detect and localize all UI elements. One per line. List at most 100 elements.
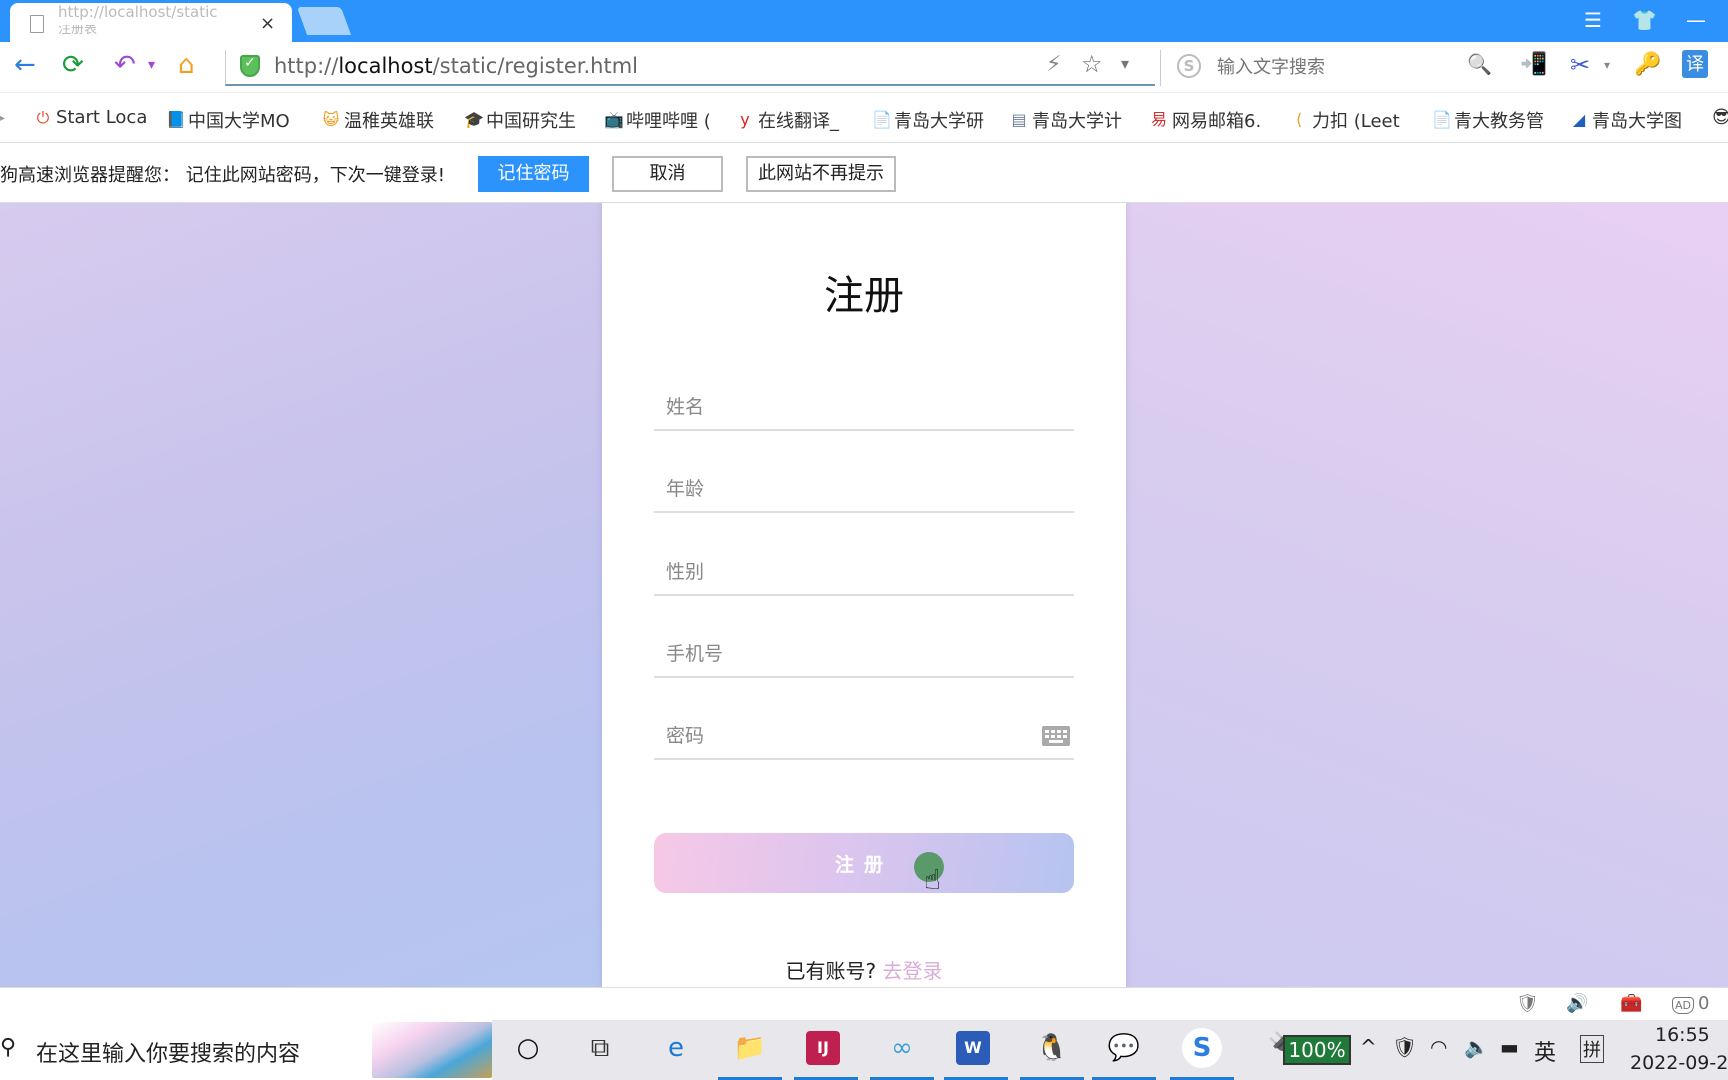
bookmark-label: 力扣 (Leet	[1312, 111, 1400, 132]
bookmark-item[interactable]: ▤ 青岛大学计	[1010, 107, 1122, 133]
search-engine-icon: S	[1177, 54, 1201, 78]
page-title: 注册	[824, 273, 904, 319]
taskbar-app-intellij[interactable]: IJ	[806, 1031, 840, 1065]
password-input[interactable]	[654, 714, 1074, 758]
bookmark-item[interactable]: ⏻ Start Loca	[34, 107, 148, 128]
taskbar-app-app-circles[interactable]: ∞	[882, 1028, 922, 1068]
password-notification-bar: 狗高速浏览器提醒您： 记住此网站密码，下次一键登录! 记住密码 取消 此网站不再…	[0, 143, 1728, 203]
bookmarks-bar: ▸ ⏻ Start Loca 📘 中国大学MO 😺 温稚英雄联 🎓 中国研究生 📺 哔哩哔哩 ( y 在…	[0, 92, 1728, 143]
star-icon[interactable]: ☆	[1081, 50, 1103, 78]
home-icon[interactable]: ⌂	[178, 50, 195, 80]
phone-icon[interactable]: 📲	[1520, 50, 1547, 80]
bookmark-label: Start Loca	[56, 107, 148, 128]
bolt-icon[interactable]: ⚡	[1046, 52, 1061, 77]
bookmark-label: 青大教务管	[1454, 111, 1544, 132]
taskbar-search[interactable]: ⚲ 在这里输入你要搜索的内容	[0, 1020, 492, 1080]
register-button[interactable]: 注册	[654, 833, 1074, 893]
remember-password-button[interactable]: 记住密码	[478, 156, 589, 192]
address-bar[interactable]: http://localhost/static/register.html ⚡ …	[225, 50, 1155, 86]
bookmark-icon: 易	[1150, 110, 1167, 129]
bookmark-icon: ▤	[1011, 110, 1027, 129]
cancel-button[interactable]: 取消	[612, 156, 723, 192]
name-input[interactable]	[654, 385, 1074, 429]
never-remind-button[interactable]: 此网站不再提示	[746, 156, 896, 192]
taskbar-app-word[interactable]: W	[956, 1031, 990, 1065]
skin-icon[interactable]: 👕	[1632, 8, 1657, 32]
bookmark-item[interactable]: ◢ 青岛大学图	[1570, 107, 1682, 133]
bookmark-item[interactable]: 易网易邮箱6.	[1150, 107, 1261, 133]
menu-icon[interactable]: ☰	[1584, 8, 1602, 32]
key-icon[interactable]: 🔑	[1634, 50, 1661, 80]
taskbar-app-cortana[interactable]: ○	[508, 1028, 548, 1068]
bookmark-item[interactable]: ⟨ 力扣 (Leet	[1290, 107, 1400, 133]
taskbar-app-edge[interactable]: e	[656, 1028, 696, 1068]
age-input[interactable]	[654, 467, 1074, 511]
gender-input[interactable]	[654, 550, 1074, 594]
bookmark-label: 在线翻译_	[758, 111, 839, 132]
bookmark-label: 中国研究生	[486, 111, 576, 132]
search-input[interactable]	[1217, 52, 1447, 82]
ad-block-count: 0	[1698, 993, 1710, 1014]
document-icon	[30, 15, 44, 33]
bookmark-icon: 📺	[604, 110, 624, 129]
wifi-icon[interactable]: ◠	[1430, 1035, 1447, 1059]
bookmark-icon: ⏻	[36, 107, 50, 127]
bookmark-item[interactable]: 📄 青大教务管	[1432, 107, 1544, 133]
refresh-icon[interactable]: ⟳	[62, 50, 84, 80]
clock-time[interactable]: 16:55	[1655, 1024, 1710, 1046]
taskbar-app-wechat[interactable]: 💬	[1104, 1028, 1144, 1068]
taskbar-search-text[interactable]: 在这里输入你要搜索的内容	[36, 1036, 300, 1068]
gender-field	[654, 550, 1074, 596]
taskbar-app-sogou-browser[interactable]: S	[1182, 1028, 1222, 1068]
scissors-icon[interactable]: ✂	[1570, 50, 1590, 80]
login-prompt: 已有账号? 去登录	[602, 955, 1126, 984]
language-indicator[interactable]: 英	[1534, 1035, 1556, 1067]
keyboard-icon[interactable]	[1042, 726, 1070, 746]
bookmark-item[interactable]: 📄 青岛大学研	[872, 107, 984, 133]
tab-close-icon[interactable]: ×	[260, 13, 275, 34]
ime-indicator[interactable]: 拼	[1580, 1035, 1604, 1063]
toolbox-icon[interactable]: 🧰	[1620, 993, 1642, 1014]
back-icon[interactable]: ←	[14, 50, 36, 80]
bookmark-item[interactable]: 📘 中国大学MO	[166, 107, 290, 133]
search-highlight-image	[372, 1022, 492, 1078]
bookmark-icon: ⟨	[1295, 110, 1303, 129]
device-icon[interactable]: ▬	[1500, 1035, 1519, 1059]
taskbar-app-qq[interactable]: 🐧	[1032, 1028, 1072, 1068]
bookmark-item[interactable]: 📺 哔哩哔哩 (	[604, 107, 711, 133]
sound-icon[interactable]: 🔊	[1566, 993, 1588, 1014]
volume-icon[interactable]: 🔈	[1464, 1035, 1489, 1059]
clock-date[interactable]: 2022-09-25	[1630, 1052, 1728, 1074]
login-link[interactable]: 去登录	[882, 959, 942, 983]
password-field	[654, 714, 1074, 760]
address-dropdown-icon[interactable]: ▾	[1121, 54, 1129, 73]
search-bar[interactable]: S 🔍	[1160, 50, 1500, 86]
taskbar-app-task-view[interactable]: ⧉	[580, 1028, 620, 1068]
security-tray-icon[interactable]: 🛡	[1392, 1035, 1417, 1059]
minimize-icon[interactable]: —	[1686, 8, 1706, 32]
bookmark-label: 青岛大学图	[1592, 111, 1682, 132]
bookmark-item[interactable]: 🎓 中国研究生	[464, 107, 576, 133]
battery-indicator[interactable]: 100%	[1283, 1035, 1351, 1065]
taskbar-app-file-explorer[interactable]: 📁	[730, 1028, 770, 1068]
translate-icon[interactable]: 译	[1682, 50, 1708, 78]
undo-dropdown-icon[interactable]: ▾	[148, 50, 155, 80]
url-text[interactable]: http://localhost/static/register.html	[274, 54, 638, 78]
bookmark-item[interactable]: y 在线翻译_	[736, 107, 839, 133]
age-field	[654, 467, 1074, 513]
bookmark-icon: 📘	[166, 110, 186, 129]
security-shield-icon	[240, 55, 260, 77]
ad-block-icon[interactable]: AD	[1672, 997, 1694, 1014]
new-tab-button[interactable]	[296, 7, 352, 35]
show-hidden-icons[interactable]: ^	[1360, 1035, 1377, 1059]
bookmarks-overflow-icon[interactable]: ▸	[0, 113, 5, 124]
shield-icon[interactable]: 🛡	[1516, 993, 1539, 1014]
phone-input[interactable]	[654, 632, 1074, 676]
search-icon[interactable]: 🔍	[1467, 52, 1492, 76]
scissors-dropdown-icon[interactable]: ▾	[1604, 50, 1610, 80]
bookmark-icon: y	[740, 110, 750, 129]
bookmark-overflow-item[interactable]: 😎	[1712, 107, 1728, 128]
undo-icon[interactable]: ↶	[114, 50, 136, 80]
bookmark-item[interactable]: 😺 温稚英雄联	[322, 107, 434, 133]
tab-register[interactable]: http://localhost/static 注册表 ×	[10, 3, 292, 42]
